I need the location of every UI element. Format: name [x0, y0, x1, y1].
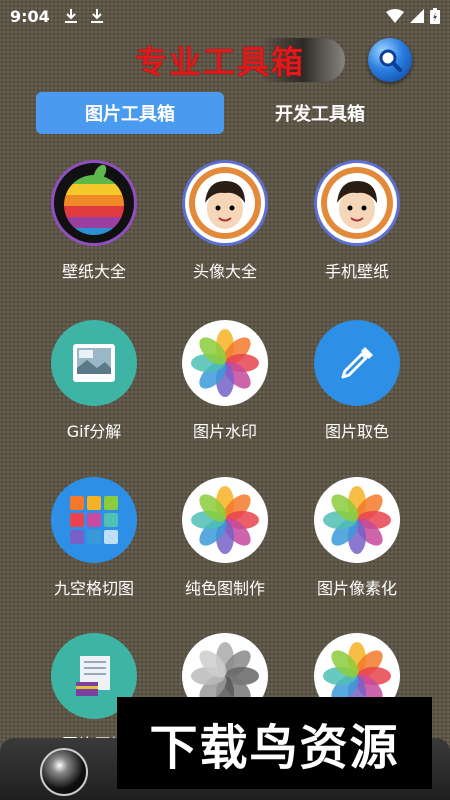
- gif-image-icon: [51, 320, 137, 406]
- tool-item[interactable]: 图片像素化: [292, 477, 422, 627]
- wifi-icon: [386, 9, 404, 23]
- tool-item[interactable]: 图片取色: [292, 320, 422, 470]
- tool-label: 纯色图制作: [184, 579, 265, 598]
- tool-item[interactable]: 壁纸大全: [29, 160, 159, 310]
- tab-bar: 图片工具箱 开发工具箱: [36, 92, 416, 136]
- search-icon: [379, 49, 402, 72]
- tool-label: 图片取色: [324, 422, 389, 441]
- app-header: 专业工具箱: [0, 32, 450, 88]
- app-title-banner: 专业工具箱: [135, 38, 345, 82]
- status-right: [386, 8, 440, 24]
- cartoon-avatar-icon: [182, 160, 268, 246]
- status-time: 9:04: [10, 6, 50, 26]
- tool-item[interactable]: 手机壁纸: [292, 160, 422, 310]
- tool-item[interactable]: 图片水印: [160, 320, 290, 470]
- tab-dev-tools[interactable]: 开发工具箱: [226, 92, 414, 134]
- floating-ball-button[interactable]: [40, 748, 88, 796]
- tool-label: 九空格切图: [53, 579, 134, 598]
- tool-item[interactable]: 纯色图制作: [160, 477, 290, 627]
- tool-label: 图片像素化: [316, 579, 397, 598]
- search-button[interactable]: [368, 38, 412, 82]
- tool-label: 图片水印: [192, 422, 257, 441]
- status-bar: 9:04: [0, 0, 450, 32]
- download-icon: [90, 9, 103, 23]
- eyedropper-icon: [314, 320, 400, 406]
- signal-icon: [410, 9, 424, 23]
- photos-flower-icon: [182, 477, 268, 563]
- photos-flower-icon: [182, 320, 268, 406]
- tool-item[interactable]: 九空格切图: [29, 477, 159, 627]
- tool-item[interactable]: Gif分解: [29, 320, 159, 470]
- tool-item[interactable]: 头像大全: [160, 160, 290, 310]
- cartoon-avatar-icon: [314, 160, 400, 246]
- battery-icon: [430, 8, 440, 24]
- tool-label: 壁纸大全: [61, 262, 126, 281]
- tab-image-tools[interactable]: 图片工具箱: [36, 92, 224, 134]
- watermark-banner: 下载鸟资源: [117, 697, 432, 789]
- nine-grid-icon: [51, 477, 137, 563]
- app-title: 专业工具箱: [135, 43, 306, 81]
- tool-label: 头像大全: [192, 262, 257, 281]
- tool-label: Gif分解: [66, 422, 122, 441]
- watermark-text: 下载鸟资源: [149, 720, 400, 776]
- rainbow-apple-icon: [51, 160, 137, 246]
- download-icon: [64, 9, 77, 23]
- photos-flower-icon: [314, 477, 400, 563]
- tool-label: 手机壁纸: [324, 262, 389, 281]
